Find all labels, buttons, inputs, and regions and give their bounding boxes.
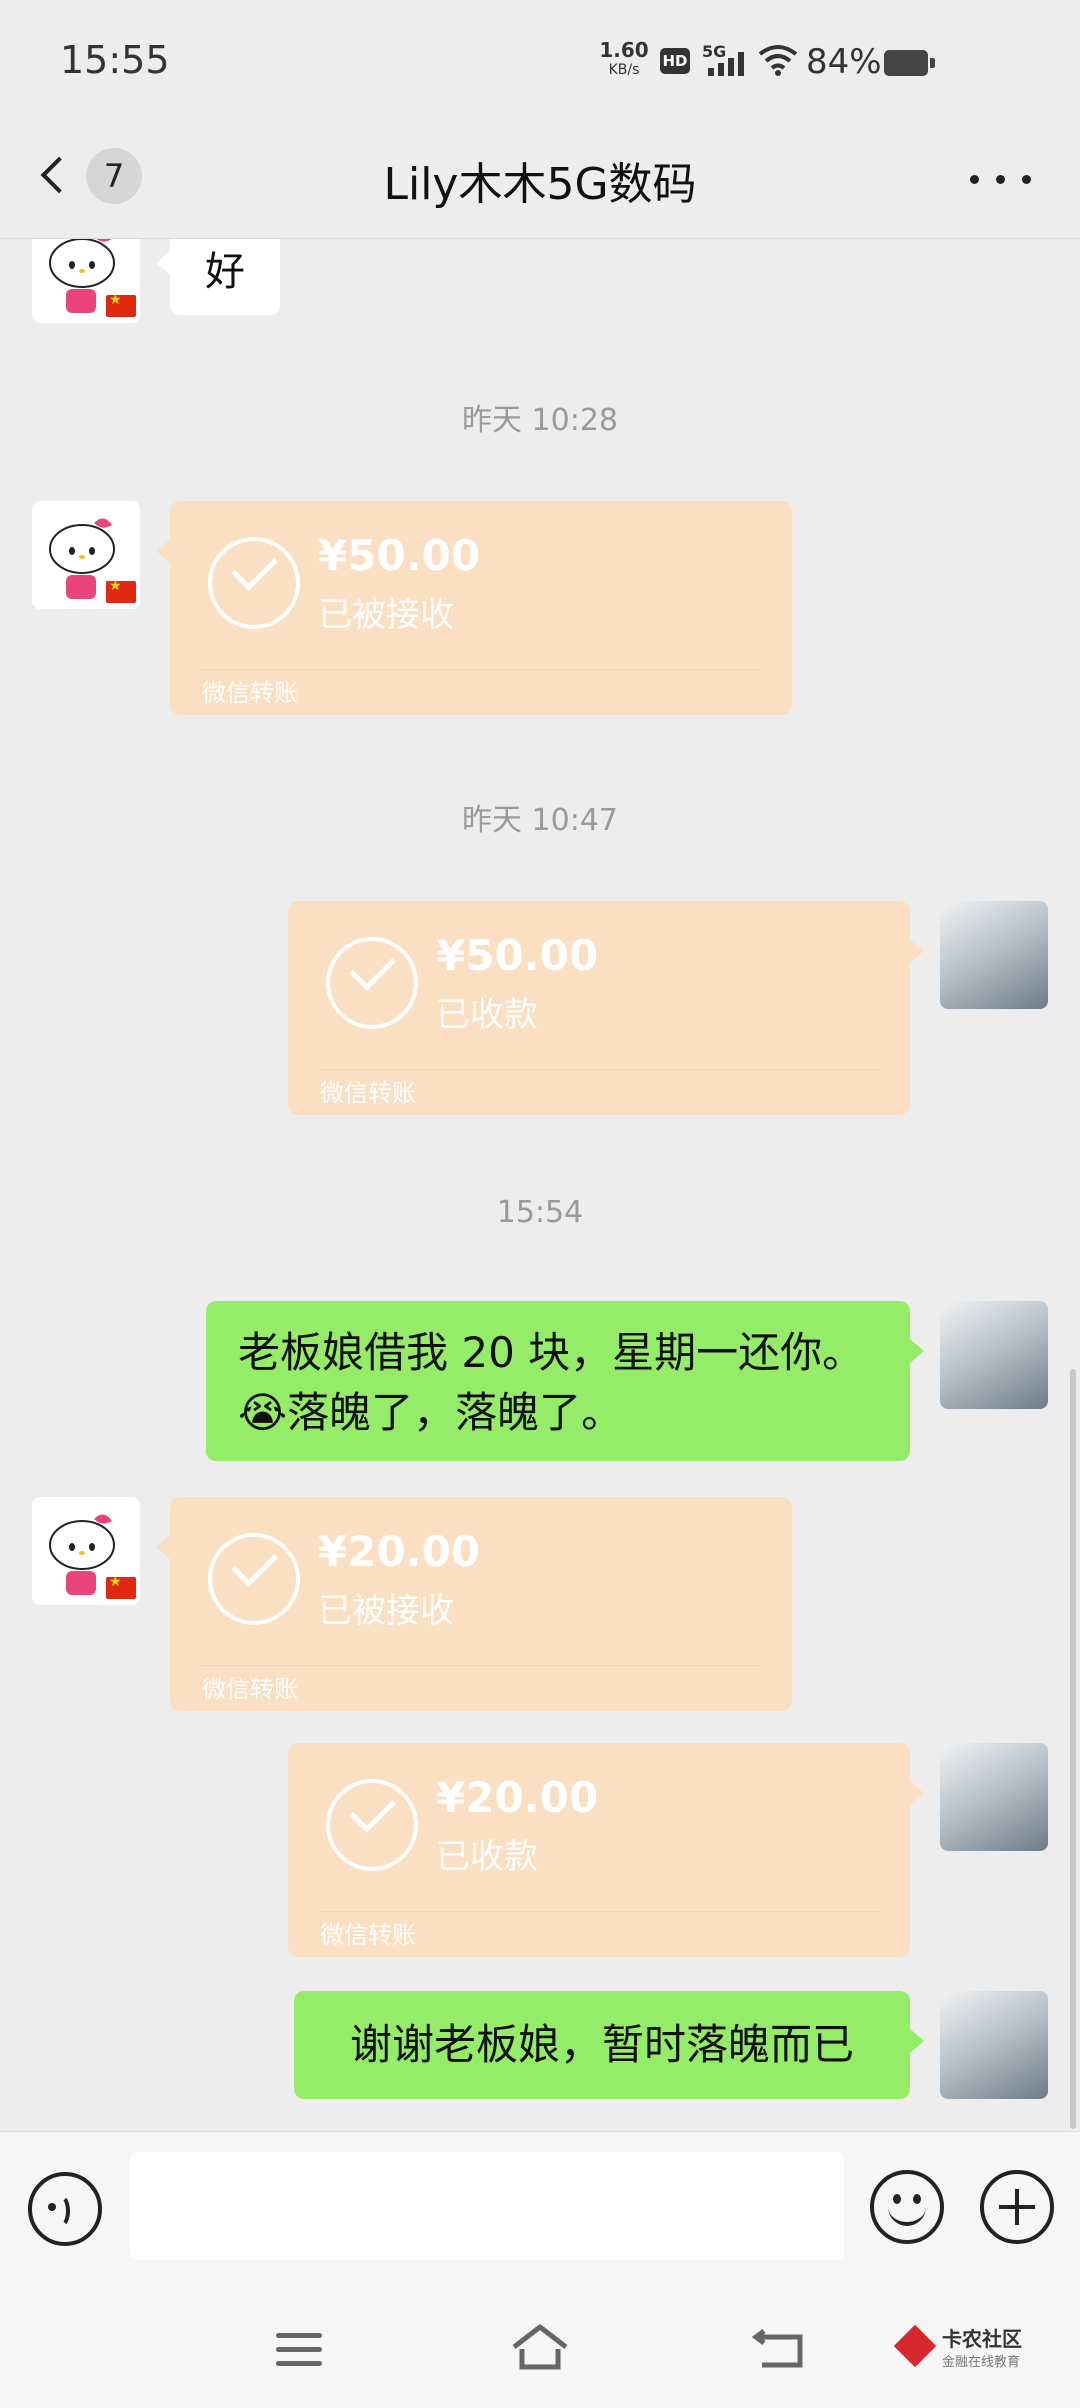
network-speed-unit: KB/s bbox=[608, 62, 640, 78]
message-timestamp: 昨天 10:47 bbox=[462, 803, 618, 838]
transfer-card[interactable]: ¥20.00 已被接收 微信转账 bbox=[170, 1497, 792, 1711]
transfer-label: 微信转账 bbox=[202, 679, 298, 707]
check-circle-icon bbox=[326, 937, 418, 1029]
message-input[interactable] bbox=[130, 2152, 844, 2260]
crying-emoji-icon: 😭 bbox=[238, 1388, 288, 1437]
chat-header: 7 Lily木木5G数码 bbox=[0, 120, 1080, 239]
message-text-line: 😭落魄了，落魄了。 bbox=[238, 1383, 910, 1443]
more-actions-button[interactable] bbox=[980, 2170, 1054, 2244]
back-button[interactable]: 7 bbox=[36, 146, 156, 210]
more-dots-icon bbox=[970, 175, 979, 184]
message-text-line: 老板娘借我 20 块，星期一还你。 bbox=[238, 1328, 865, 1377]
transfer-amount: ¥20.00 bbox=[436, 1773, 599, 1822]
my-avatar[interactable] bbox=[940, 1991, 1048, 2099]
kanong-logo-icon bbox=[893, 2324, 937, 2368]
transfer-amount: ¥50.00 bbox=[318, 531, 481, 580]
check-circle-icon bbox=[326, 1779, 418, 1871]
check-circle-icon bbox=[208, 537, 300, 629]
message-list[interactable]: 好 昨天 10:28 ¥50.00 已被接收 微信转账 昨天 10:47 ¥50… bbox=[0, 239, 1080, 2131]
status-bar: 15:55 1.60 KB/s HD 5G 84% bbox=[0, 0, 1080, 120]
battery-percent: 84% bbox=[806, 42, 882, 82]
message-timestamp: 昨天 10:28 bbox=[462, 403, 618, 438]
network-speed: 1.60 KB/s bbox=[598, 40, 650, 80]
transfer-amount: ¥20.00 bbox=[318, 1527, 481, 1576]
transfer-card[interactable]: ¥20.00 已收款 微信转账 bbox=[288, 1743, 910, 1957]
transfer-label: 微信转账 bbox=[320, 1079, 416, 1107]
voice-input-button[interactable] bbox=[28, 2172, 102, 2246]
menu-icon bbox=[276, 2333, 322, 2338]
message-timestamp: 15:54 bbox=[496, 1195, 584, 1230]
message-bubble[interactable]: 谢谢老板娘，暂时落魄而已 bbox=[294, 1991, 910, 2099]
contact-avatar[interactable] bbox=[32, 501, 140, 609]
smiley-icon bbox=[893, 2194, 901, 2204]
message-bubble[interactable]: 好 bbox=[170, 239, 280, 315]
scrollbar[interactable] bbox=[1070, 1369, 1076, 2129]
status-time: 15:55 bbox=[60, 38, 170, 82]
watermark-title: 卡农社区 bbox=[942, 2327, 1022, 2351]
emoji-button[interactable] bbox=[870, 2170, 944, 2244]
transfer-amount: ¥50.00 bbox=[436, 931, 599, 980]
battery-icon bbox=[884, 50, 935, 76]
message-bubble[interactable]: 老板娘借我 20 块，星期一还你。 😭落魄了，落魄了。 bbox=[206, 1301, 910, 1461]
input-bar bbox=[0, 2131, 1080, 2284]
cellular-signal-icon: 5G bbox=[702, 42, 752, 78]
watermark-logo: 卡农社区 金融在线教育 bbox=[893, 2323, 1030, 2377]
my-avatar[interactable] bbox=[940, 1743, 1048, 1851]
transfer-label: 微信转账 bbox=[320, 1921, 416, 1949]
transfer-status: 已被接收 bbox=[318, 1591, 454, 1631]
china-flag-icon bbox=[106, 1574, 136, 1599]
home-icon bbox=[512, 2324, 568, 2370]
chevron-left-icon bbox=[40, 156, 78, 194]
system-navigation-bar: 卡农社区 金融在线教育 bbox=[0, 2283, 1080, 2408]
transfer-card[interactable]: ¥50.00 已收款 微信转账 bbox=[288, 901, 910, 1115]
watermark-subtitle: 金融在线教育 bbox=[942, 2355, 1021, 2370]
transfer-status: 已被接收 bbox=[318, 595, 454, 635]
back-arrow-icon bbox=[751, 2329, 803, 2368]
my-avatar[interactable] bbox=[940, 1301, 1048, 1409]
china-flag-icon bbox=[106, 292, 136, 317]
transfer-status: 已收款 bbox=[436, 1837, 538, 1877]
message-text: 落魄了，落魄了。 bbox=[287, 1388, 624, 1437]
contact-avatar[interactable] bbox=[32, 239, 140, 323]
my-avatar[interactable] bbox=[940, 901, 1048, 1009]
wifi-icon bbox=[758, 44, 798, 80]
hd-voice-icon: HD bbox=[660, 48, 690, 74]
transfer-label: 微信转账 bbox=[202, 1675, 298, 1703]
chat-title: Lily木木5G数码 bbox=[383, 159, 697, 210]
contact-avatar[interactable] bbox=[32, 1497, 140, 1605]
unread-count-badge: 7 bbox=[86, 148, 142, 204]
home-key-button[interactable] bbox=[510, 2323, 570, 2373]
transfer-card[interactable]: ¥50.00 已被接收 微信转账 bbox=[170, 501, 792, 715]
menu-key-button[interactable] bbox=[276, 2331, 322, 2367]
network-speed-value: 1.60 bbox=[599, 38, 649, 62]
more-options-button[interactable] bbox=[968, 170, 1038, 190]
check-circle-icon bbox=[208, 1533, 300, 1625]
china-flag-icon bbox=[106, 578, 136, 603]
back-key-button[interactable] bbox=[751, 2323, 812, 2373]
transfer-status: 已收款 bbox=[436, 995, 538, 1035]
